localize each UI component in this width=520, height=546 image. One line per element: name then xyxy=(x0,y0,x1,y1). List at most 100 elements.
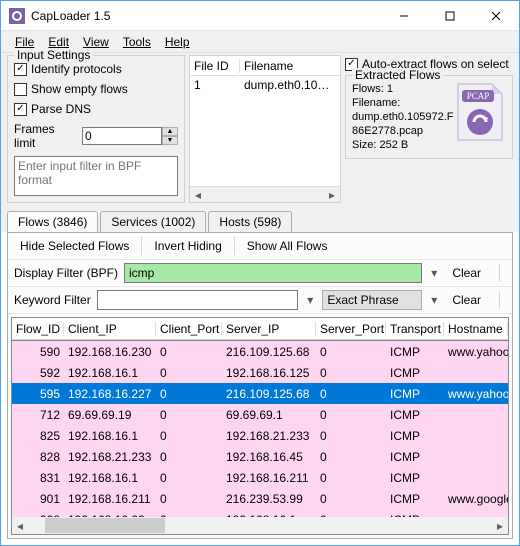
input-settings-legend: Input Settings xyxy=(14,48,93,62)
menu-tools[interactable]: Tools xyxy=(123,35,151,49)
col-hostname[interactable]: Hostname xyxy=(444,322,508,336)
table-cell: 0 xyxy=(156,471,222,485)
col-flow-id[interactable]: Flow_ID xyxy=(12,322,64,336)
table-cell: ICMP xyxy=(386,450,444,464)
col-transport[interactable]: Transport xyxy=(386,322,444,336)
display-filter-input[interactable] xyxy=(124,263,422,283)
keyword-filter-label: Keyword Filter xyxy=(14,293,91,307)
chevron-down-icon[interactable]: ▼ xyxy=(162,136,178,145)
file-col-id[interactable]: File ID xyxy=(190,59,240,73)
display-filter-clear-button[interactable]: Clear xyxy=(446,264,487,282)
table-cell: 216.109.125.68 xyxy=(222,345,316,359)
minimize-button[interactable] xyxy=(381,1,427,31)
chevron-down-icon[interactable]: ▾ xyxy=(428,293,440,307)
menu-help[interactable]: Help xyxy=(165,35,190,49)
file-list-header: File ID Filename xyxy=(190,56,340,76)
file-id-cell: 1 xyxy=(190,78,240,92)
close-button[interactable] xyxy=(473,1,519,31)
table-cell: 825 xyxy=(12,429,64,443)
table-cell: 901 xyxy=(12,492,64,506)
file-h-scrollbar[interactable]: ◂ ▸ xyxy=(190,186,340,202)
table-cell: 69.69.69.19 xyxy=(64,408,156,422)
table-row[interactable]: 908192.168.16.230192.168.16.10ICMP xyxy=(12,509,508,517)
frames-limit-input[interactable] xyxy=(82,127,162,145)
frames-limit-spinner[interactable]: ▲▼ xyxy=(82,127,178,145)
match-mode-select[interactable]: Exact Phrase xyxy=(322,290,422,310)
keyword-filter-clear-button[interactable]: Clear xyxy=(446,291,487,309)
extract-panel: ✓ Auto-extract flows on select Extracted… xyxy=(345,55,513,203)
tab-content: Hide Selected Flows Invert Hiding Show A… xyxy=(7,232,513,539)
frames-limit-label: Frames limit xyxy=(14,122,78,150)
table-row[interactable]: 831192.168.16.10192.168.16.2110ICMP xyxy=(12,467,508,488)
check-icon xyxy=(14,83,27,96)
identify-protocols-checkbox[interactable]: ✓ Identify protocols xyxy=(14,60,178,78)
bpf-input-filter[interactable] xyxy=(14,156,178,196)
col-server-ip[interactable]: Server_IP xyxy=(222,322,316,336)
match-mode-value: Exact Phrase xyxy=(327,293,398,307)
extracted-flows-group: Extracted Flows Flows: 1 Filename: dump.… xyxy=(345,75,513,159)
menu-edit[interactable]: Edit xyxy=(48,35,69,49)
show-all-button[interactable]: Show All Flows xyxy=(241,237,334,255)
table-cell: 0 xyxy=(316,345,386,359)
maximize-button[interactable] xyxy=(427,1,473,31)
keyword-filter-input[interactable] xyxy=(97,290,299,310)
table-cell: 828 xyxy=(12,450,64,464)
extracted-flows-legend: Extracted Flows xyxy=(352,68,443,82)
table-row[interactable]: 901192.168.16.2110216.239.53.990ICMPwww.… xyxy=(12,488,508,509)
table-cell: 192.168.16.230 xyxy=(64,345,156,359)
file-row[interactable]: 1 dump.eth0.1059… xyxy=(190,76,340,94)
table-cell: 0 xyxy=(156,429,222,443)
table-cell: 192.168.16.45 xyxy=(222,450,316,464)
scrollbar-thumb[interactable] xyxy=(45,518,165,533)
parse-dns-checkbox[interactable]: ✓ Parse DNS xyxy=(14,100,178,118)
table-cell: 192.168.16.211 xyxy=(222,471,316,485)
table-row[interactable]: 595192.168.16.2270216.109.125.680ICMPwww… xyxy=(12,383,508,404)
table-row[interactable]: 71269.69.69.19069.69.69.10ICMP xyxy=(12,404,508,425)
chevron-down-icon[interactable]: ▾ xyxy=(304,293,316,307)
table-row[interactable]: 590192.168.16.2300216.109.125.680ICMPwww… xyxy=(12,341,508,362)
invert-hiding-button[interactable]: Invert Hiding xyxy=(148,237,227,255)
menu-view[interactable]: View xyxy=(83,35,109,49)
table-cell: 192.168.16.1 xyxy=(64,471,156,485)
tab-flows[interactable]: Flows (3846) xyxy=(7,211,98,232)
parse-dns-label: Parse DNS xyxy=(31,102,91,116)
scroll-left-icon[interactable]: ◂ xyxy=(190,187,206,203)
col-client-port[interactable]: Client_Port xyxy=(156,322,222,336)
pcap-file-icon[interactable]: PCAP xyxy=(454,82,506,142)
table-cell: 712 xyxy=(12,408,64,422)
chevron-down-icon[interactable]: ▾ xyxy=(428,266,440,280)
tab-services[interactable]: Services (1002) xyxy=(100,211,206,232)
table-cell: 192.168.16.211 xyxy=(64,492,156,506)
check-icon: ✓ xyxy=(14,103,27,116)
table-cell: 192.168.21.233 xyxy=(222,429,316,443)
tab-hosts[interactable]: Hosts (598) xyxy=(208,211,292,232)
table-h-scrollbar[interactable]: ◂ ▸ xyxy=(12,517,508,534)
table-cell: www.google.com xyxy=(444,492,508,506)
table-cell: 0 xyxy=(316,492,386,506)
scroll-right-icon[interactable]: ▸ xyxy=(324,187,340,203)
scroll-left-icon[interactable]: ◂ xyxy=(12,518,28,534)
col-client-ip[interactable]: Client_IP xyxy=(64,322,156,336)
show-empty-flows-checkbox[interactable]: Show empty flows xyxy=(14,80,178,98)
table-row[interactable]: 825192.168.16.10192.168.21.2330ICMP xyxy=(12,425,508,446)
file-name-cell: dump.eth0.1059… xyxy=(240,78,340,92)
table-row[interactable]: 828192.168.21.2330192.168.16.450ICMP xyxy=(12,446,508,467)
show-empty-flows-label: Show empty flows xyxy=(31,82,128,96)
file-col-name[interactable]: Filename xyxy=(240,59,340,73)
hide-selected-button[interactable]: Hide Selected Flows xyxy=(14,237,135,255)
table-row[interactable]: 592192.168.16.10192.168.16.1250ICMP xyxy=(12,362,508,383)
table-cell: ICMP xyxy=(386,345,444,359)
file-list-pane: File ID Filename 1 dump.eth0.1059… ◂ ▸ xyxy=(189,55,341,203)
window-title: CapLoader 1.5 xyxy=(31,9,110,23)
table-cell: 192.168.16.1 xyxy=(64,366,156,380)
check-icon: ✓ xyxy=(14,63,27,76)
menu-file[interactable]: File xyxy=(15,35,34,49)
scroll-right-icon[interactable]: ▸ xyxy=(492,518,508,534)
chevron-up-icon[interactable]: ▲ xyxy=(162,127,178,136)
table-body: 590192.168.16.2300216.109.125.680ICMPwww… xyxy=(12,341,508,517)
table-cell: 216.239.53.99 xyxy=(222,492,316,506)
table-cell: 192.168.16.227 xyxy=(64,387,156,401)
col-server-port[interactable]: Server_Port xyxy=(316,322,386,336)
table-cell: 0 xyxy=(156,450,222,464)
flow-toolbar: Hide Selected Flows Invert Hiding Show A… xyxy=(8,233,512,260)
